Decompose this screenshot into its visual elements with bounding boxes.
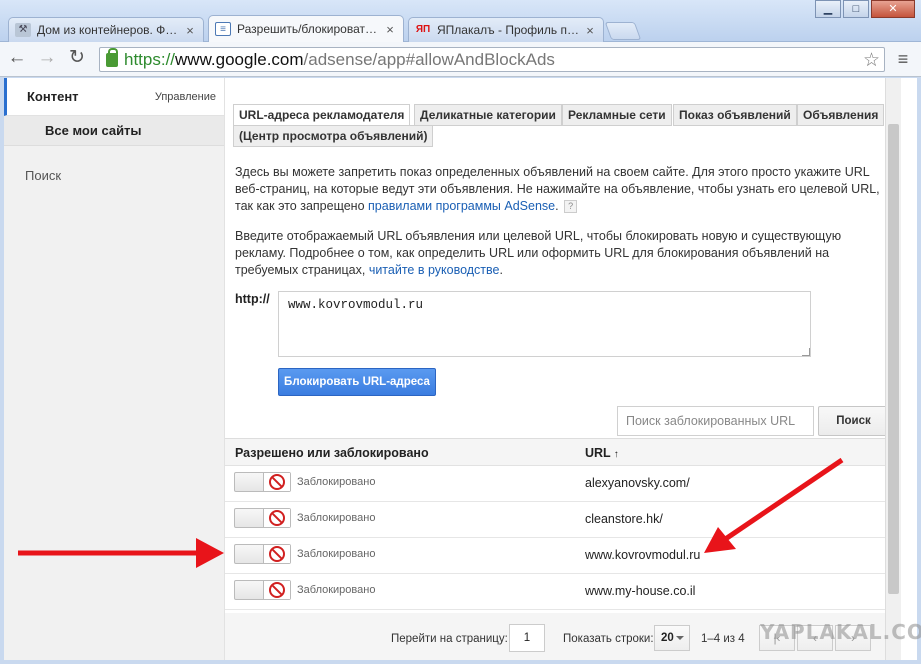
minimize-button[interactable]: ▁ (815, 0, 841, 18)
block-urls-button[interactable]: Блокировать URL-адреса (278, 368, 436, 396)
blocked-icon (269, 582, 285, 598)
close-tab-icon[interactable]: × (383, 22, 397, 37)
browser-tab-title: Разрешить/блокировать об (237, 22, 383, 36)
page-icon: ≡ (215, 22, 231, 36)
maximize-button[interactable]: □ (843, 0, 869, 18)
row-url: alexyanovsky.com/ (585, 476, 690, 490)
row-status: Заблокировано (297, 476, 376, 488)
block-url-input[interactable] (278, 291, 811, 357)
search-blocked-input[interactable]: Поиск заблокированных URL (617, 406, 814, 436)
resize-grip-icon[interactable] (802, 348, 810, 356)
url-host: www.google.com (175, 49, 304, 69)
close-tab-icon[interactable]: × (183, 23, 197, 38)
knob (263, 545, 290, 563)
row-url: www.kovrovmodul.ru (585, 548, 701, 562)
row-status: Заблокировано (297, 512, 376, 524)
address-bar[interactable]: https://www.google.com/adsense/app#allow… (99, 47, 885, 72)
rows-per-page-label: Показать строки: (563, 633, 654, 645)
reload-icon[interactable]: ↻ (64, 46, 90, 72)
blocked-icon (269, 510, 285, 526)
intro-end: . (555, 199, 559, 213)
scrollbar-thumb[interactable] (888, 124, 899, 594)
lock-icon (106, 47, 118, 67)
tab-ads[interactable]: Объявления (797, 104, 885, 126)
instructions-text: Введите отображаемый URL объявления или … (235, 229, 842, 277)
column-header-url-label: URL (585, 446, 611, 460)
tab-ad-serving[interactable]: Показ объявлений (673, 104, 797, 126)
main-content: URL-адреса рекламодателя Деликатные кате… (225, 78, 901, 660)
close-window-button[interactable]: ✕ (871, 0, 915, 18)
watermark: YAPLAKAL.COM (760, 620, 921, 644)
row-status: Заблокировано (297, 584, 376, 596)
row-status: Заблокировано (297, 548, 376, 560)
page-viewport: Контент Управление Все мои сайты Поиск U… (4, 78, 917, 660)
column-header-status[interactable]: Разрешено или заблокировано (235, 446, 429, 460)
tab-ad-review-center[interactable]: (Центр просмотра объявлений) (233, 125, 434, 147)
block-toggle[interactable] (234, 544, 291, 564)
sidebar-header: Контент Управление (4, 78, 224, 116)
block-toggle[interactable] (234, 508, 291, 528)
tab-ad-networks[interactable]: Рекламные сети (562, 104, 672, 126)
menu-icon[interactable]: ≡ (893, 49, 913, 69)
blocked-urls-table: Разрешено или заблокировано URL ↑ Заблоки… (225, 438, 900, 610)
knob (263, 581, 290, 599)
window-controls: ▁ □ ✕ (813, 0, 915, 18)
sidebar-manage-link[interactable]: Управление (155, 91, 216, 103)
tab-sensitive-categories[interactable]: Деликатные категории (414, 104, 562, 126)
instructions-paragraph: Введите отображаемый URL объявления или … (235, 228, 895, 279)
sidebar-item-search[interactable]: Поиск (4, 146, 224, 183)
help-icon[interactable]: ? (564, 200, 578, 214)
browser-tab-title: ЯПлакалъ - Профиль польз (437, 23, 583, 37)
url-path: /adsense/app#allowAndBlockAds (303, 49, 555, 69)
forward-arrow-icon[interactable]: → (34, 46, 60, 72)
sidebar: Контент Управление Все мои сайты Поиск (4, 78, 225, 660)
bookmark-star-icon[interactable]: ☆ (863, 49, 880, 72)
title-bar: ▁ □ ✕ ⚒ Дом из контейнеров. Фото × ≡ Раз… (0, 0, 921, 42)
vertical-scrollbar[interactable] (885, 78, 901, 660)
hammer-icon: ⚒ (15, 23, 31, 37)
instructions-end: . (499, 263, 503, 277)
browser-tab[interactable]: ⚒ Дом из контейнеров. Фото × (8, 17, 204, 42)
yaplakal-icon: ЯП (415, 24, 431, 35)
tab-advertiser-urls[interactable]: URL-адреса рекламодателя (233, 104, 411, 126)
blocked-icon (269, 546, 285, 562)
browser-toolbar: ← → ↻ https://www.google.com/adsense/app… (0, 42, 921, 77)
page-range: 1–4 из 4 (701, 633, 745, 645)
browser-tab[interactable]: ЯП ЯПлакалъ - Профиль польз × (408, 17, 604, 42)
table-row: Заблокировано www.my-house.co.il (225, 574, 900, 610)
page-number-input[interactable]: 1 (509, 624, 545, 652)
knob (263, 473, 290, 491)
table-header: Разрешено или заблокировано URL ↑ (225, 438, 900, 466)
table-row: Заблокировано www.kovrovmodul.ru (225, 538, 900, 574)
block-toggle[interactable] (234, 580, 291, 600)
intro-paragraph: Здесь вы можете запретить показ определе… (235, 164, 895, 215)
column-header-url[interactable]: URL ↑ (585, 446, 619, 460)
search-button[interactable]: Поиск (818, 406, 889, 436)
table-row: Заблокировано cleanstore.hk/ (225, 502, 900, 538)
row-url: cleanstore.hk/ (585, 512, 663, 526)
browser-tab-active[interactable]: ≡ Разрешить/блокировать об × (208, 15, 404, 42)
browser-tab-strip: ⚒ Дом из контейнеров. Фото × ≡ Разрешить… (8, 15, 642, 42)
knob (263, 509, 290, 527)
sidebar-item-all-sites[interactable]: Все мои сайты (4, 116, 224, 146)
goto-page-label: Перейти на страницу: (391, 633, 508, 645)
guide-link[interactable]: читайте в руководстве (369, 263, 500, 277)
back-arrow-icon[interactable]: ← (4, 46, 30, 72)
close-tab-icon[interactable]: × (583, 23, 597, 38)
blocked-icon (269, 474, 285, 490)
table-row: Заблокировано alexyanovsky.com/ (225, 466, 900, 502)
http-prefix-label: http:// (235, 292, 270, 306)
sort-arrow-icon: ↑ (613, 449, 619, 460)
browser-tab-title: Дом из контейнеров. Фото (37, 23, 183, 37)
adsense-policy-link[interactable]: правилами программы AdSense (368, 199, 555, 213)
new-tab-button[interactable] (604, 22, 642, 40)
url-scheme: https:// (124, 49, 176, 69)
rows-per-page-select[interactable]: 20 (654, 625, 690, 651)
block-toggle[interactable] (234, 472, 291, 492)
sidebar-title: Контент (27, 89, 79, 104)
row-url: www.my-house.co.il (585, 584, 696, 598)
